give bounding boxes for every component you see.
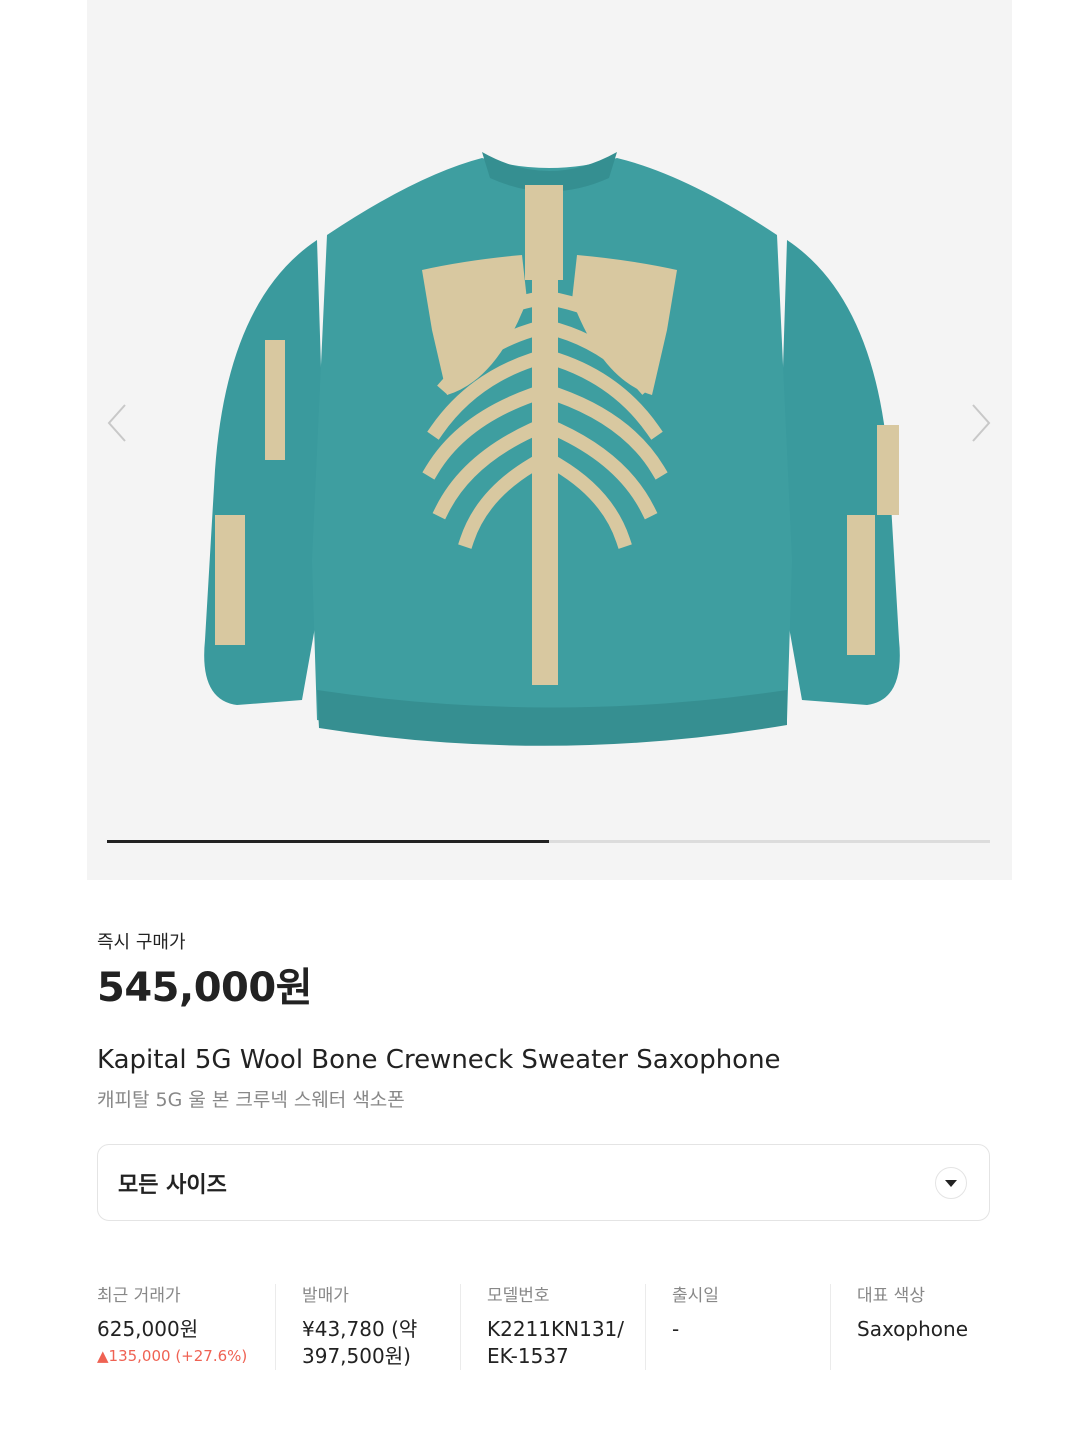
product-detail-summary: 최근 거래가 625,000원 ▲135,000 (+27.6%) 발매가 ¥4… — [97, 1284, 990, 1370]
detail-value: Saxophone — [857, 1317, 968, 1341]
gallery-progress-track — [107, 840, 990, 843]
detail-release-price: 발매가 ¥43,780 (약 397,500원) — [275, 1284, 460, 1370]
detail-representative-color: 대표 색상 Saxophone — [830, 1284, 990, 1370]
detail-label: 모델번호 — [487, 1286, 550, 1306]
gallery-prev-button[interactable] — [92, 398, 142, 448]
detail-recent-price: 최근 거래가 625,000원 ▲135,000 (+27.6%) — [97, 1284, 275, 1370]
detail-value: K2211KN131/ EK-1537 — [487, 1317, 625, 1368]
chevron-left-icon — [107, 404, 126, 442]
detail-label: 대표 색상 — [857, 1286, 925, 1306]
price-change: ▲135,000 (+27.6%) — [97, 1347, 248, 1365]
detail-release-date: 출시일 - — [645, 1284, 830, 1370]
detail-value: ¥43,780 (약 397,500원) — [302, 1317, 418, 1368]
size-select-label: 모든 사이즈 — [118, 1172, 227, 1198]
gallery-next-button[interactable] — [956, 398, 1006, 448]
buy-now-price: 545,000원 — [97, 965, 313, 1011]
detail-label: 최근 거래가 — [97, 1286, 181, 1306]
gallery-progress-fill — [107, 840, 549, 843]
detail-label: 출시일 — [672, 1286, 719, 1306]
detail-label: 발매가 — [302, 1286, 349, 1306]
product-image-gallery[interactable] — [87, 0, 1012, 880]
size-select-dropdown[interactable]: 모든 사이즈 — [97, 1144, 990, 1221]
caret-down-icon — [945, 1179, 957, 1187]
size-select-toggle[interactable] — [935, 1166, 967, 1199]
product-title-en: Kapital 5G Wool Bone Crewneck Sweater Sa… — [97, 1045, 781, 1075]
product-image — [204, 152, 900, 746]
detail-value: - — [672, 1317, 680, 1341]
product-title-ko: 캐피탈 5G 울 본 크루넥 스웨터 색소폰 — [97, 1089, 405, 1111]
detail-value: 625,000원 — [97, 1317, 199, 1341]
chevron-right-icon — [972, 404, 991, 442]
buy-now-price-label: 즉시 구매가 — [97, 932, 186, 953]
detail-model-number: 모델번호 K2211KN131/ EK-1537 — [460, 1284, 645, 1370]
